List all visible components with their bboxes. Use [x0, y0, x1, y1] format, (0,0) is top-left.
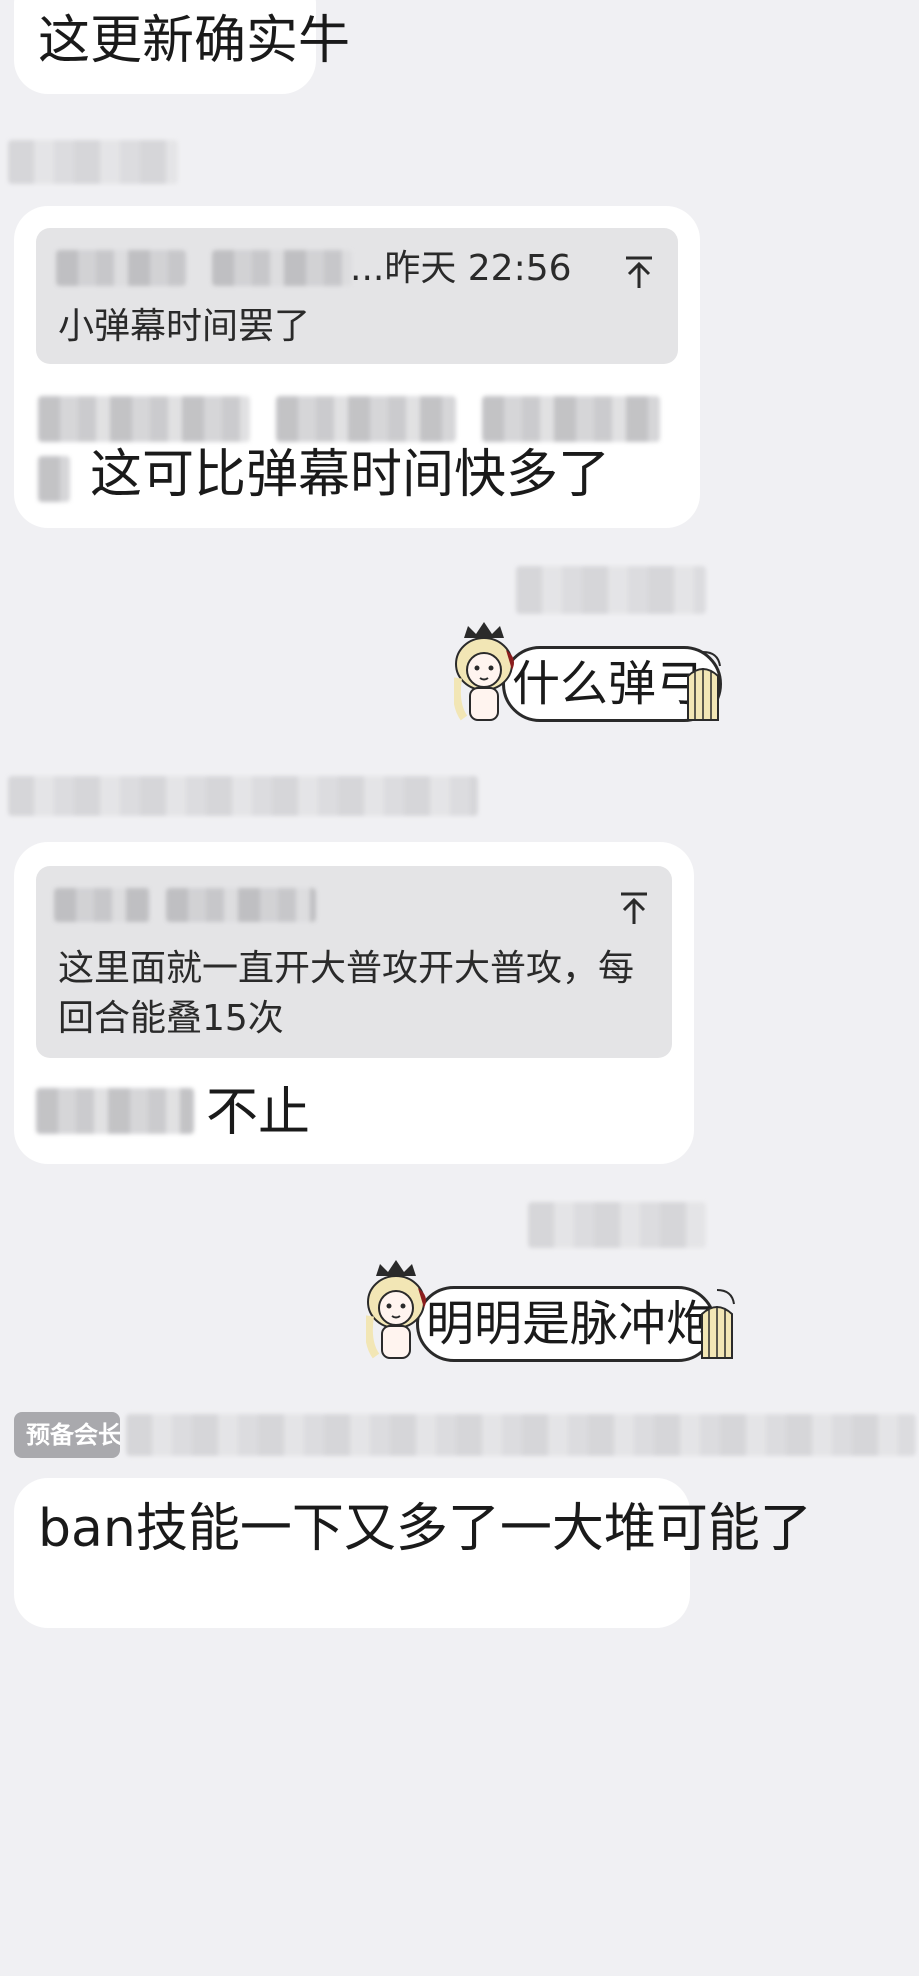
birdcage-icon — [692, 1286, 742, 1370]
quoted-sender-redacted — [56, 250, 186, 286]
message-bubble[interactable]: 这里面就一直开大普攻开大普攻，每回合能叠15次 不止 — [14, 842, 694, 1164]
sender-name-redacted — [516, 566, 706, 614]
message-text: 这可比弹幕时间快多了 — [90, 445, 611, 505]
jump-to-quote-icon[interactable] — [619, 252, 659, 296]
message-bubble[interactable]: ban技能一下又多了一大堆可能了 — [14, 1478, 812, 1628]
quoted-sender-redacted — [54, 888, 150, 922]
message-text-redacted — [276, 396, 456, 442]
sender-name-redacted — [8, 776, 478, 816]
sticker-message[interactable]: 明明是脉冲炮 — [364, 1256, 919, 1366]
message-text-redacted — [38, 456, 70, 502]
message-text-redacted — [482, 396, 660, 442]
anime-girl-sticker-icon — [364, 1256, 438, 1370]
quoted-text: 小弹幕时间罢了 — [58, 306, 311, 347]
message-bubble[interactable]: 这更新确实牛 — [14, 0, 350, 94]
quoted-message[interactable]: ...昨天 22:56 小弹幕时间罢了 — [36, 228, 678, 364]
jump-to-quote-icon[interactable] — [614, 888, 654, 932]
quote-timestamp: ...昨天 22:56 — [350, 248, 572, 289]
quoted-sender-redacted — [166, 888, 316, 922]
birdcage-icon — [678, 648, 728, 732]
message-bubble[interactable]: ...昨天 22:56 小弹幕时间罢了 这可比弹幕时间快多了 — [14, 206, 700, 528]
quoted-text: 这里面就一直开大普攻开大普攻，每回合能叠15次 — [58, 948, 635, 1039]
sender-name-redacted — [8, 140, 178, 184]
sender-name-redacted — [126, 1414, 916, 1456]
sticker-text: 什么弹弓 — [512, 656, 705, 712]
quoted-message[interactable]: 这里面就一直开大普攻开大普攻，每回合能叠15次 — [36, 866, 672, 1058]
quoted-sender-redacted — [212, 250, 352, 286]
member-badge: 预备会长 — [14, 1412, 120, 1458]
message-text: 不止 — [206, 1083, 311, 1143]
message-text: 这更新确实牛 — [38, 11, 351, 71]
message-text: ban技能一下又多了一大堆可能了 — [38, 1499, 812, 1559]
sticker-text: 明明是脉冲炮 — [426, 1296, 715, 1352]
sender-name-redacted — [528, 1202, 706, 1248]
anime-girl-sticker-icon — [452, 618, 526, 732]
message-text-redacted — [36, 1088, 194, 1134]
sticker-message[interactable]: 什么弹弓 — [452, 618, 919, 728]
message-text-redacted — [38, 396, 250, 442]
